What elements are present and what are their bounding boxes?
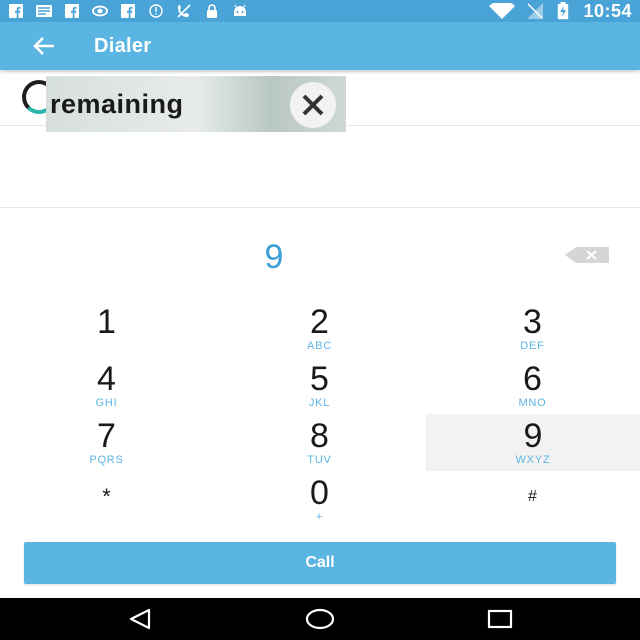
close-icon <box>302 94 324 116</box>
key-digit: * <box>102 484 111 509</box>
key-letters: DEF <box>520 340 545 352</box>
key-digit: 9 <box>523 417 543 455</box>
ad-banner[interactable]: remaining <box>46 76 346 132</box>
dialed-number: 9 <box>264 238 284 276</box>
key-star[interactable]: * <box>0 471 213 528</box>
info-icon <box>148 3 164 19</box>
banner-row: remaining <box>0 70 640 132</box>
number-display: 9 <box>0 208 640 300</box>
key-letters: PQRS <box>89 454 124 466</box>
nav-home-icon <box>305 608 335 630</box>
key-digit: 4 <box>97 360 116 398</box>
nav-recents-button[interactable] <box>480 604 520 634</box>
key-letters: MNO <box>518 397 547 409</box>
key-digit: 8 <box>310 417 329 455</box>
key-3[interactable]: 3 DEF <box>426 300 639 357</box>
nav-back-button[interactable] <box>120 604 160 634</box>
wifi-icon <box>489 3 516 19</box>
key-letters: + <box>315 511 324 523</box>
key-digit: 3 <box>523 303 542 341</box>
key-letters: ABC <box>306 340 333 352</box>
key-digit: 1 <box>97 303 116 341</box>
clock: 10:54 <box>583 0 632 21</box>
key-letters: GHI <box>95 397 118 409</box>
key-5[interactable]: 5 JKL <box>213 357 426 414</box>
arrow-back-icon <box>33 37 54 55</box>
facebook-icon <box>64 3 80 19</box>
key-letters: WXYZ <box>515 454 551 466</box>
status-bar: 10:54 <box>0 0 640 22</box>
lock-icon <box>204 3 220 19</box>
key-digit: 0 <box>310 474 329 512</box>
key-letters: JKL <box>308 397 331 409</box>
key-hash[interactable]: # <box>426 471 639 528</box>
dialer-screen: 10:54 Dialer remaining 9 1 2 ABC 3 DEF 4… <box>0 0 640 640</box>
content-area <box>0 126 640 208</box>
banner-text: remaining <box>50 88 184 119</box>
system-icons: 10:54 <box>489 1 632 22</box>
key-digit: 6 <box>523 360 542 398</box>
key-2[interactable]: 2 ABC <box>213 300 426 357</box>
no-signal-icon <box>527 3 544 19</box>
key-0[interactable]: 0 + <box>213 471 426 528</box>
key-7[interactable]: 7 PQRS <box>0 414 213 471</box>
key-6[interactable]: 6 MNO <box>426 357 639 414</box>
notification-icons <box>8 3 248 19</box>
key-4[interactable]: 4 GHI <box>0 357 213 414</box>
back-button[interactable] <box>30 32 58 60</box>
key-letters: TUV <box>307 454 332 466</box>
battery-charging-icon <box>555 2 571 20</box>
nav-back-icon <box>129 608 151 630</box>
call-button[interactable]: Call <box>24 542 616 584</box>
facebook-icon <box>8 3 24 19</box>
key-9[interactable]: 9 WXYZ <box>426 414 640 471</box>
key-1[interactable]: 1 <box>0 300 213 357</box>
key-digit: 7 <box>97 417 116 455</box>
banner-close-button[interactable] <box>290 82 336 128</box>
backspace-icon <box>565 247 609 263</box>
android-icon <box>232 3 248 19</box>
key-digit: 2 <box>310 303 329 341</box>
facebook-icon <box>120 3 136 19</box>
nav-home-button[interactable] <box>300 604 340 634</box>
navigation-bar <box>0 598 640 640</box>
key-8[interactable]: 8 TUV <box>213 414 426 471</box>
key-digit: # <box>528 488 537 505</box>
key-digit: 5 <box>310 360 329 398</box>
message-icon <box>36 3 52 19</box>
page-title: Dialer <box>94 34 152 57</box>
nvidia-icon <box>92 3 108 19</box>
no-call-icon <box>176 3 192 19</box>
backspace-button[interactable] <box>562 246 610 264</box>
nav-recents-icon <box>487 609 513 629</box>
app-toolbar: Dialer <box>0 22 640 70</box>
